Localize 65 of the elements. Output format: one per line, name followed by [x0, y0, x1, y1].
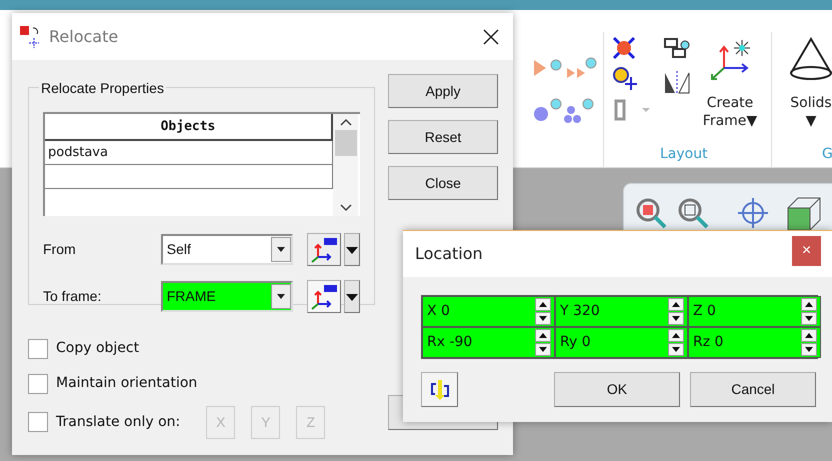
dialog-button[interactable]: Close: [388, 166, 498, 200]
caret-icon[interactable]: [346, 246, 358, 254]
close-button[interactable]: ×: [792, 236, 821, 266]
group-label: Layout: [660, 145, 708, 164]
cone-icon[interactable]: [787, 37, 832, 81]
dialog-title: Location: [415, 243, 483, 265]
spin-down-icon[interactable]: [672, 347, 680, 352]
spin-field[interactable]: Rz 0: [688, 327, 821, 358]
frame-dropdown[interactable]: FRAME: [160, 281, 294, 312]
spin-field[interactable]: Y 320: [555, 296, 688, 327]
checkbox-label: Copy object: [56, 339, 140, 358]
zoom-icon[interactable]: [634, 196, 668, 230]
mirror-icon[interactable]: [663, 69, 691, 95]
spin-up-icon[interactable]: [672, 302, 680, 307]
create-frame-button[interactable]: Create Frame▼: [694, 94, 766, 130]
cancel-button[interactable]: Cancel: [690, 372, 816, 407]
close-icon[interactable]: [483, 29, 499, 46]
scroll-bar[interactable]: [333, 114, 358, 216]
table-cell[interactable]: [45, 165, 333, 189]
table-cell[interactable]: podstava: [45, 141, 333, 165]
target-icon[interactable]: [736, 196, 770, 230]
spin-field[interactable]: X 0: [422, 296, 555, 327]
solids-button[interactable]: Solids ▼: [786, 94, 832, 130]
ok-button[interactable]: OK: [554, 372, 680, 407]
frame-dropdown[interactable]: Self: [160, 234, 294, 265]
field-label: From: [43, 240, 77, 259]
dropdown-button[interactable]: [344, 233, 360, 266]
spin-up-icon[interactable]: [539, 333, 547, 338]
scroll-up-icon[interactable]: [340, 118, 352, 126]
spin-down-icon[interactable]: [805, 347, 813, 352]
caret-icon[interactable]: [346, 294, 358, 301]
caret-icon[interactable]: [277, 294, 286, 299]
column-header: Objects: [45, 114, 333, 141]
zoom-fit-icon[interactable]: [676, 196, 710, 230]
spin-down-icon[interactable]: [539, 316, 547, 321]
checkbox-label: Translate only on:: [56, 412, 180, 432]
caret-icon[interactable]: [277, 247, 286, 252]
group-label: G: [822, 145, 832, 164]
field-label: To frame:: [43, 287, 102, 306]
swap-button[interactable]: [421, 372, 458, 407]
spin-down-icon[interactable]: [539, 347, 547, 352]
spin-up-icon[interactable]: [539, 302, 547, 307]
checkbox[interactable]: [28, 338, 48, 358]
spin-up-icon[interactable]: [805, 302, 813, 307]
spin-field[interactable]: Ry 0: [555, 327, 688, 358]
align-icon[interactable]: [614, 99, 650, 121]
scroll-down-icon[interactable]: [340, 204, 352, 212]
sphere-icon[interactable]: [532, 96, 562, 124]
spin-up-icon[interactable]: [672, 333, 680, 338]
dialog-button[interactable]: Reset: [388, 120, 498, 154]
spin-field[interactable]: Rx -90: [422, 327, 555, 358]
frames-icon[interactable]: [663, 37, 691, 59]
checkbox-label: Maintain orientation: [56, 374, 198, 393]
spin-down-icon[interactable]: [805, 316, 813, 321]
scroll-thumb[interactable]: [334, 130, 356, 156]
dialog-title: Relocate: [49, 26, 118, 48]
spin-up-icon[interactable]: [805, 333, 813, 338]
spin-down-icon[interactable]: [672, 316, 680, 321]
spin-field[interactable]: Z 0: [688, 296, 821, 327]
checkbox[interactable]: [28, 374, 48, 394]
dropdown-button[interactable]: [344, 280, 360, 313]
checkbox[interactable]: [28, 412, 48, 432]
dialog-button[interactable]: Apply: [388, 74, 498, 108]
rotate-move-icon[interactable]: [611, 65, 639, 91]
cube-arrows-icon[interactable]: [611, 35, 637, 61]
